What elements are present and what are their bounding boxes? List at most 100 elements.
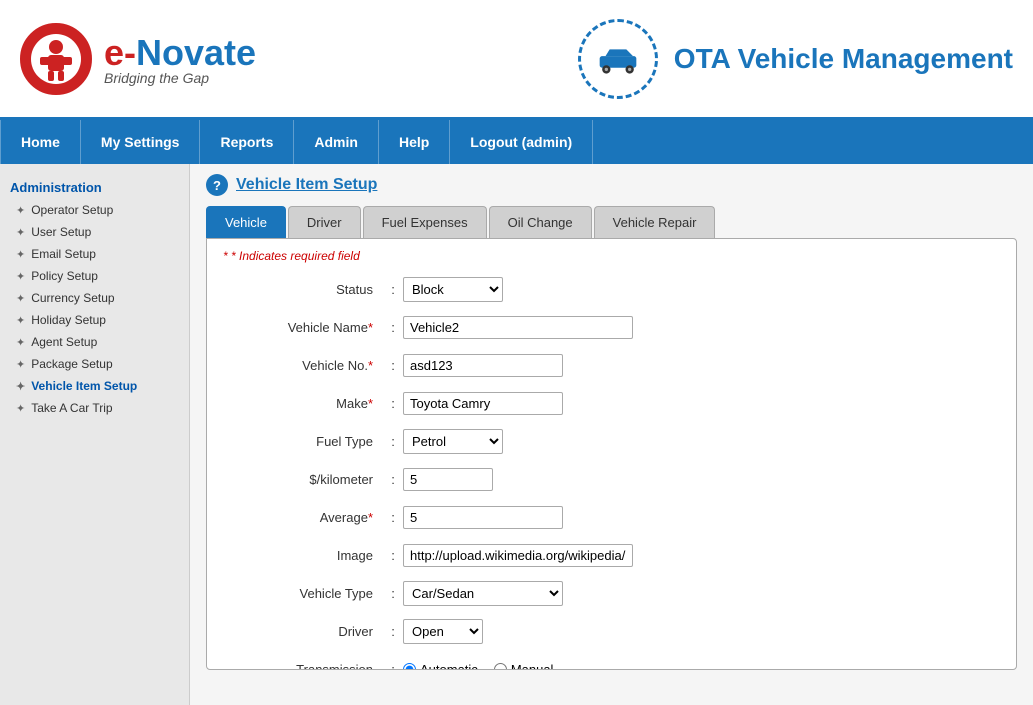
- sidebar-item-user-setup[interactable]: ✦ User Setup: [0, 221, 189, 243]
- label-dollar-per-km: $/kilometer: [223, 472, 383, 487]
- radio-automatic-input[interactable]: [403, 663, 416, 670]
- select-driver[interactable]: Open Assigned: [403, 619, 483, 644]
- bullet-icon: ✦: [16, 336, 25, 349]
- sidebar-label-policy-setup: Policy Setup: [31, 269, 98, 283]
- radio-automatic[interactable]: Automatic: [403, 662, 478, 670]
- input-average[interactable]: [403, 506, 563, 529]
- bullet-icon: ✦: [16, 358, 25, 371]
- tab-fuel-expenses[interactable]: Fuel Expenses: [363, 206, 487, 238]
- sidebar-item-take-a-car-trip[interactable]: ✦ Take A Car Trip: [0, 397, 189, 419]
- bullet-icon: ✦: [16, 248, 25, 261]
- form-panel: * * Indicates required field Status : Bl…: [206, 238, 1017, 670]
- sidebar-label-agent-setup: Agent Setup: [31, 335, 97, 349]
- nav-home[interactable]: Home: [0, 120, 81, 164]
- brand-tagline: Bridging the Gap: [104, 70, 256, 86]
- select-status[interactable]: Block Active: [403, 277, 503, 302]
- form-row-driver: Driver : Open Assigned: [223, 617, 1000, 645]
- tab-bar: Vehicle Driver Fuel Expenses Oil Change …: [206, 206, 1017, 238]
- bullet-icon: ✦: [16, 314, 25, 327]
- logo-right: OTA Vehicle Management: [578, 19, 1013, 99]
- sidebar-item-currency-setup[interactable]: ✦ Currency Setup: [0, 287, 189, 309]
- bullet-icon: ✦: [16, 270, 25, 283]
- bullet-icon: ✦: [16, 402, 25, 415]
- input-vehicle-name[interactable]: [403, 316, 633, 339]
- sidebar-section-title: Administration: [0, 174, 189, 199]
- form-row-transmission: Transmission : Automatic Manual: [223, 655, 1000, 669]
- brand-icon: [34, 37, 78, 81]
- form-row-fuel-type: Fuel Type : Petrol Diesel Electric: [223, 427, 1000, 455]
- form-row-vehicle-type: Vehicle Type : Car/Sedan SUV Truck Van: [223, 579, 1000, 607]
- car-icon: [593, 44, 643, 74]
- label-average: Average*: [223, 510, 383, 525]
- form-row-vehicle-no: Vehicle No.* :: [223, 351, 1000, 379]
- nav-admin[interactable]: Admin: [294, 120, 379, 164]
- label-vehicle-type: Vehicle Type: [223, 586, 383, 601]
- sidebar-label-vehicle-item-setup: Vehicle Item Setup: [31, 379, 137, 393]
- bullet-icon: ✦: [16, 226, 25, 239]
- form-scroll-area[interactable]: * * Indicates required field Status : Bl…: [207, 239, 1016, 669]
- nav-my-settings[interactable]: My Settings: [81, 120, 201, 164]
- sidebar-item-email-setup[interactable]: ✦ Email Setup: [0, 243, 189, 265]
- brand-name: e-Novate: [104, 32, 256, 74]
- sidebar-item-package-setup[interactable]: ✦ Package Setup: [0, 353, 189, 375]
- radio-manual[interactable]: Manual: [494, 662, 554, 670]
- form-row-image: Image :: [223, 541, 1000, 569]
- label-vehicle-name: Vehicle Name*: [223, 320, 383, 335]
- logo-text: e-Novate Bridging the Gap: [104, 32, 256, 86]
- nav-help[interactable]: Help: [379, 120, 450, 164]
- tab-vehicle[interactable]: Vehicle: [206, 206, 286, 238]
- form-row-status: Status : Block Active: [223, 275, 1000, 303]
- sidebar-item-agent-setup[interactable]: ✦ Agent Setup: [0, 331, 189, 353]
- value-status: Block Active: [403, 277, 1000, 302]
- sidebar: Administration ✦ Operator Setup ✦ User S…: [0, 164, 190, 705]
- required-note: * * Indicates required field: [223, 249, 1000, 263]
- sidebar-label-currency-setup: Currency Setup: [31, 291, 114, 305]
- input-image[interactable]: [403, 544, 633, 567]
- tab-vehicle-repair[interactable]: Vehicle Repair: [594, 206, 716, 238]
- form-row-make: Make* :: [223, 389, 1000, 417]
- logo-left: e-Novate Bridging the Gap: [20, 23, 256, 95]
- input-make[interactable]: [403, 392, 563, 415]
- main-layout: Administration ✦ Operator Setup ✦ User S…: [0, 164, 1033, 705]
- sidebar-label-operator-setup: Operator Setup: [31, 203, 113, 217]
- tab-driver[interactable]: Driver: [288, 206, 361, 238]
- transmission-radio-group: Automatic Manual: [403, 662, 1000, 670]
- car-logo: [578, 19, 658, 99]
- select-vehicle-type[interactable]: Car/Sedan SUV Truck Van: [403, 581, 563, 606]
- label-fuel-type: Fuel Type: [223, 434, 383, 449]
- help-icon[interactable]: ?: [206, 174, 228, 196]
- sidebar-item-holiday-setup[interactable]: ✦ Holiday Setup: [0, 309, 189, 331]
- nav-reports[interactable]: Reports: [200, 120, 294, 164]
- header: e-Novate Bridging the Gap OTA Vehicle Ma…: [0, 0, 1033, 120]
- ota-title: OTA Vehicle Management: [674, 42, 1013, 76]
- form-row-average: Average* :: [223, 503, 1000, 531]
- bullet-icon: ✦: [16, 204, 25, 217]
- sidebar-label-email-setup: Email Setup: [31, 247, 96, 261]
- sidebar-label-package-setup: Package Setup: [31, 357, 112, 371]
- tab-oil-change[interactable]: Oil Change: [489, 206, 592, 238]
- form-row-dollar-per-km: $/kilometer :: [223, 465, 1000, 493]
- main-content: ? Vehicle Item Setup Vehicle Driver Fuel…: [190, 164, 1033, 705]
- radio-automatic-label: Automatic: [420, 662, 478, 670]
- radio-manual-input[interactable]: [494, 663, 507, 670]
- input-dollar-per-km[interactable]: [403, 468, 493, 491]
- logo-icon: [20, 23, 92, 95]
- sidebar-label-user-setup: User Setup: [31, 225, 91, 239]
- main-nav: Home My Settings Reports Admin Help Logo…: [0, 120, 1033, 164]
- bullet-icon: ✦: [16, 380, 25, 393]
- sidebar-item-policy-setup[interactable]: ✦ Policy Setup: [0, 265, 189, 287]
- label-vehicle-no: Vehicle No.*: [223, 358, 383, 373]
- form-row-vehicle-name: Vehicle Name* :: [223, 313, 1000, 341]
- sidebar-item-operator-setup[interactable]: ✦ Operator Setup: [0, 199, 189, 221]
- bullet-icon: ✦: [16, 292, 25, 305]
- select-fuel-type[interactable]: Petrol Diesel Electric: [403, 429, 503, 454]
- page-title: Vehicle Item Setup: [236, 176, 377, 194]
- sidebar-label-holiday-setup: Holiday Setup: [31, 313, 106, 327]
- label-driver: Driver: [223, 624, 383, 639]
- label-make: Make*: [223, 396, 383, 411]
- nav-logout[interactable]: Logout (admin): [450, 120, 593, 164]
- sidebar-item-vehicle-item-setup[interactable]: ✦ Vehicle Item Setup: [0, 375, 189, 397]
- input-vehicle-no[interactable]: [403, 354, 563, 377]
- label-image: Image: [223, 548, 383, 563]
- page-title-row: ? Vehicle Item Setup: [206, 174, 1017, 196]
